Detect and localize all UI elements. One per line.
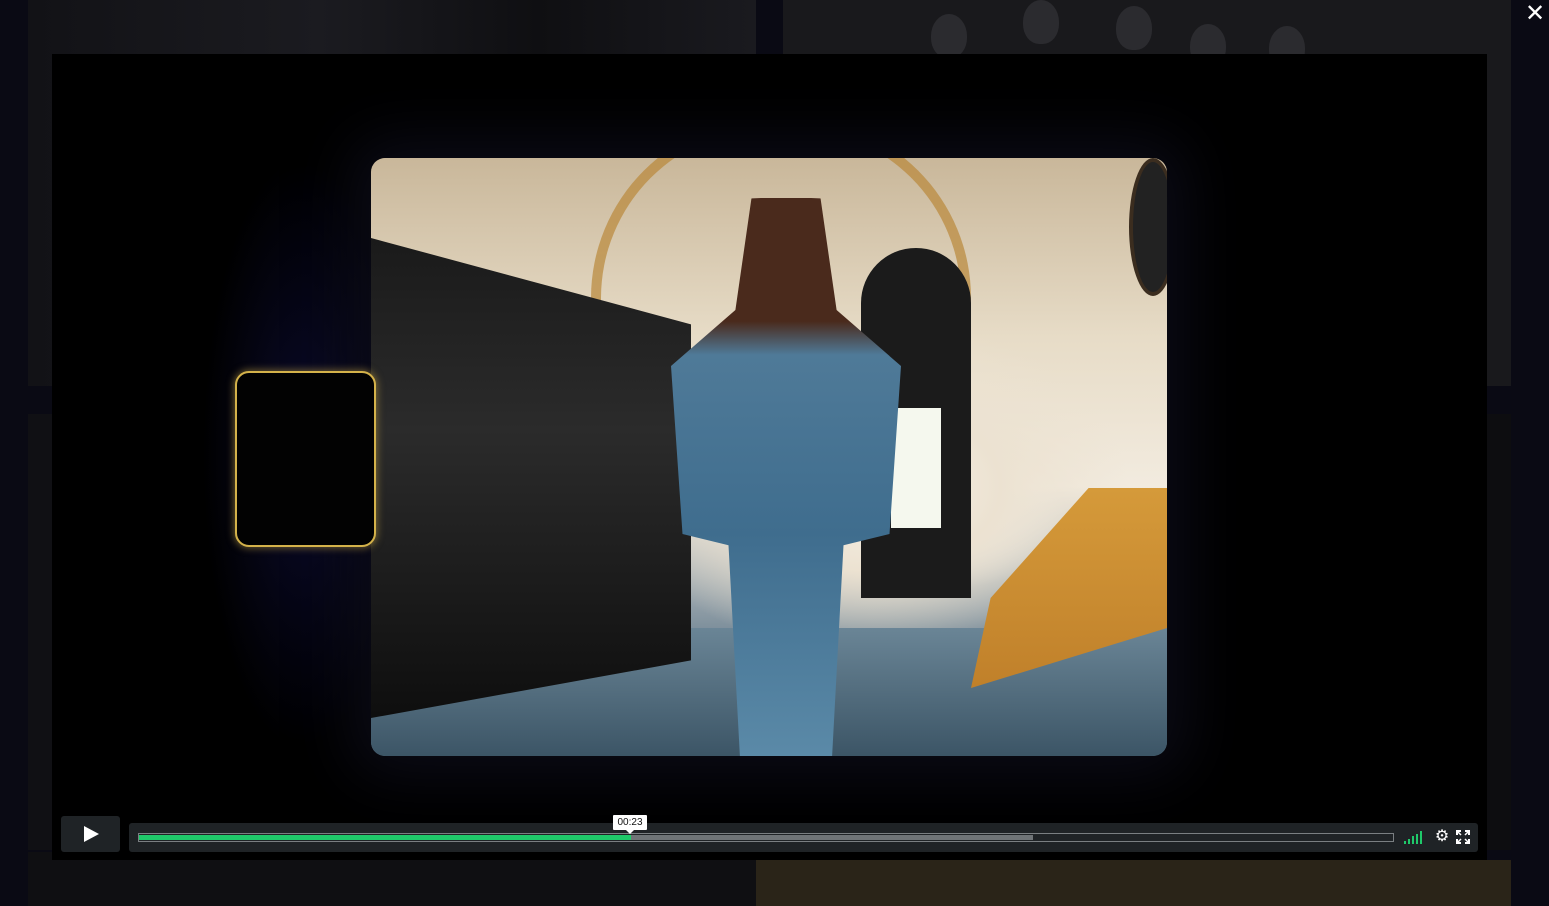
progress-track[interactable] — [138, 833, 1394, 842]
volume-bar — [1404, 841, 1406, 844]
volume-bar — [1416, 833, 1418, 844]
time-tooltip: 00:23 — [613, 815, 647, 834]
scene-mirror — [1129, 158, 1167, 296]
screen-overlay-frame — [235, 371, 376, 547]
volume-bar — [1408, 838, 1410, 844]
thumbnail-figure — [1116, 6, 1152, 50]
gear-icon[interactable]: ⚙ — [1434, 829, 1450, 845]
thumbnail-figure — [1023, 0, 1059, 44]
volume-icon[interactable] — [1404, 831, 1426, 844]
video-player[interactable] — [52, 54, 1487, 860]
gallery-thumbnail — [28, 852, 756, 906]
scene-window — [891, 408, 941, 528]
play-button[interactable] — [61, 816, 120, 852]
volume-bar — [1412, 836, 1414, 844]
thumbnail-figure — [931, 14, 967, 58]
video-frame[interactable] — [371, 158, 1167, 756]
player-controls: 00:23 ⚙ — [61, 815, 1478, 852]
progress-played — [139, 835, 631, 840]
gallery-thumbnail — [756, 860, 1511, 906]
volume-bar — [1420, 831, 1422, 844]
fullscreen-icon[interactable] — [1456, 830, 1470, 844]
close-icon[interactable]: ✕ — [1521, 0, 1549, 28]
play-icon — [84, 826, 99, 842]
